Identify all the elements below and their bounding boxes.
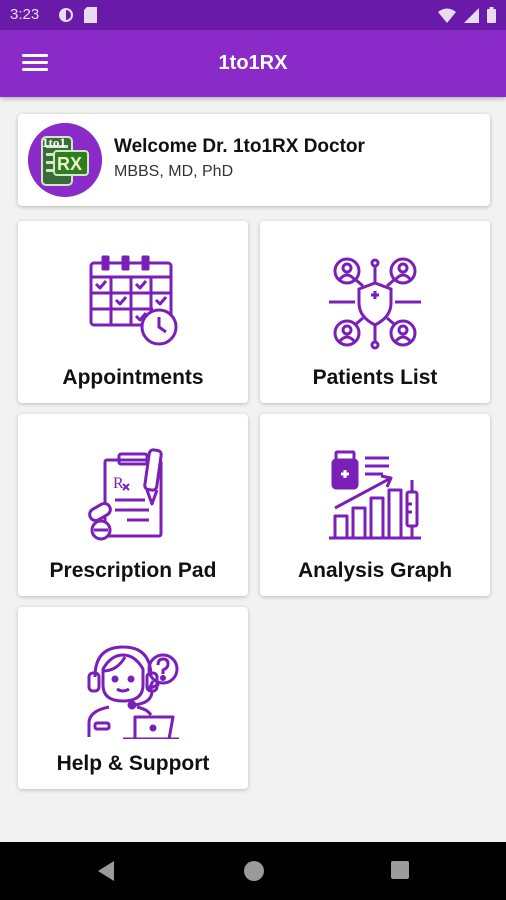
recents-icon[interactable] <box>390 860 410 880</box>
app-title: 1to1RX <box>218 52 288 74</box>
status-time: 3:23 <box>10 6 40 23</box>
welcome-card: 1to1 RX Welcome Dr. 1to1RX Doctor MBBS, … <box>18 114 490 206</box>
patients-list-tile[interactable]: Patients List <box>260 221 490 403</box>
avatar: 1to1 RX <box>28 123 102 197</box>
app-bar: 1to1RX <box>0 30 506 97</box>
tile-label: Appointments <box>62 366 204 389</box>
status-bar: 3:23 <box>0 0 506 30</box>
system-nav-bar <box>0 842 506 900</box>
support-agent-icon <box>87 645 179 739</box>
prescription-icon: R <box>88 448 163 541</box>
signal-icon <box>464 7 479 23</box>
calendar-clock-icon <box>89 255 178 346</box>
tile-label: Help & Support <box>56 752 210 775</box>
battery-icon <box>487 7 496 23</box>
wifi-icon <box>438 8 456 23</box>
logo-text-bottom: RX <box>57 154 82 174</box>
data-saver-icon <box>59 8 73 22</box>
back-icon[interactable] <box>96 860 116 882</box>
app-logo-icon: 1to1 RX <box>28 123 102 197</box>
appointments-tile[interactable]: Appointments <box>18 221 248 403</box>
analysis-graph-tile[interactable]: Analysis Graph <box>260 414 490 596</box>
help-support-tile[interactable]: Help & Support <box>18 607 248 789</box>
tile-label: Patients List <box>312 366 438 389</box>
svg-text:R: R <box>113 475 124 492</box>
welcome-greeting: Welcome Dr. 1to1RX Doctor <box>114 136 365 157</box>
tile-label: Prescription Pad <box>49 559 217 582</box>
tile-label: Analysis Graph <box>297 559 453 582</box>
logo-text-top: 1to1 <box>42 135 66 150</box>
sd-card-icon <box>84 7 97 23</box>
doctor-degrees: MBBS, MD, PhD <box>114 163 234 180</box>
analysis-graph-icon <box>329 450 421 540</box>
prescription-pad-tile[interactable]: R Prescription Pad <box>18 414 248 596</box>
patients-network-icon <box>329 257 421 350</box>
home-icon[interactable] <box>243 860 265 882</box>
